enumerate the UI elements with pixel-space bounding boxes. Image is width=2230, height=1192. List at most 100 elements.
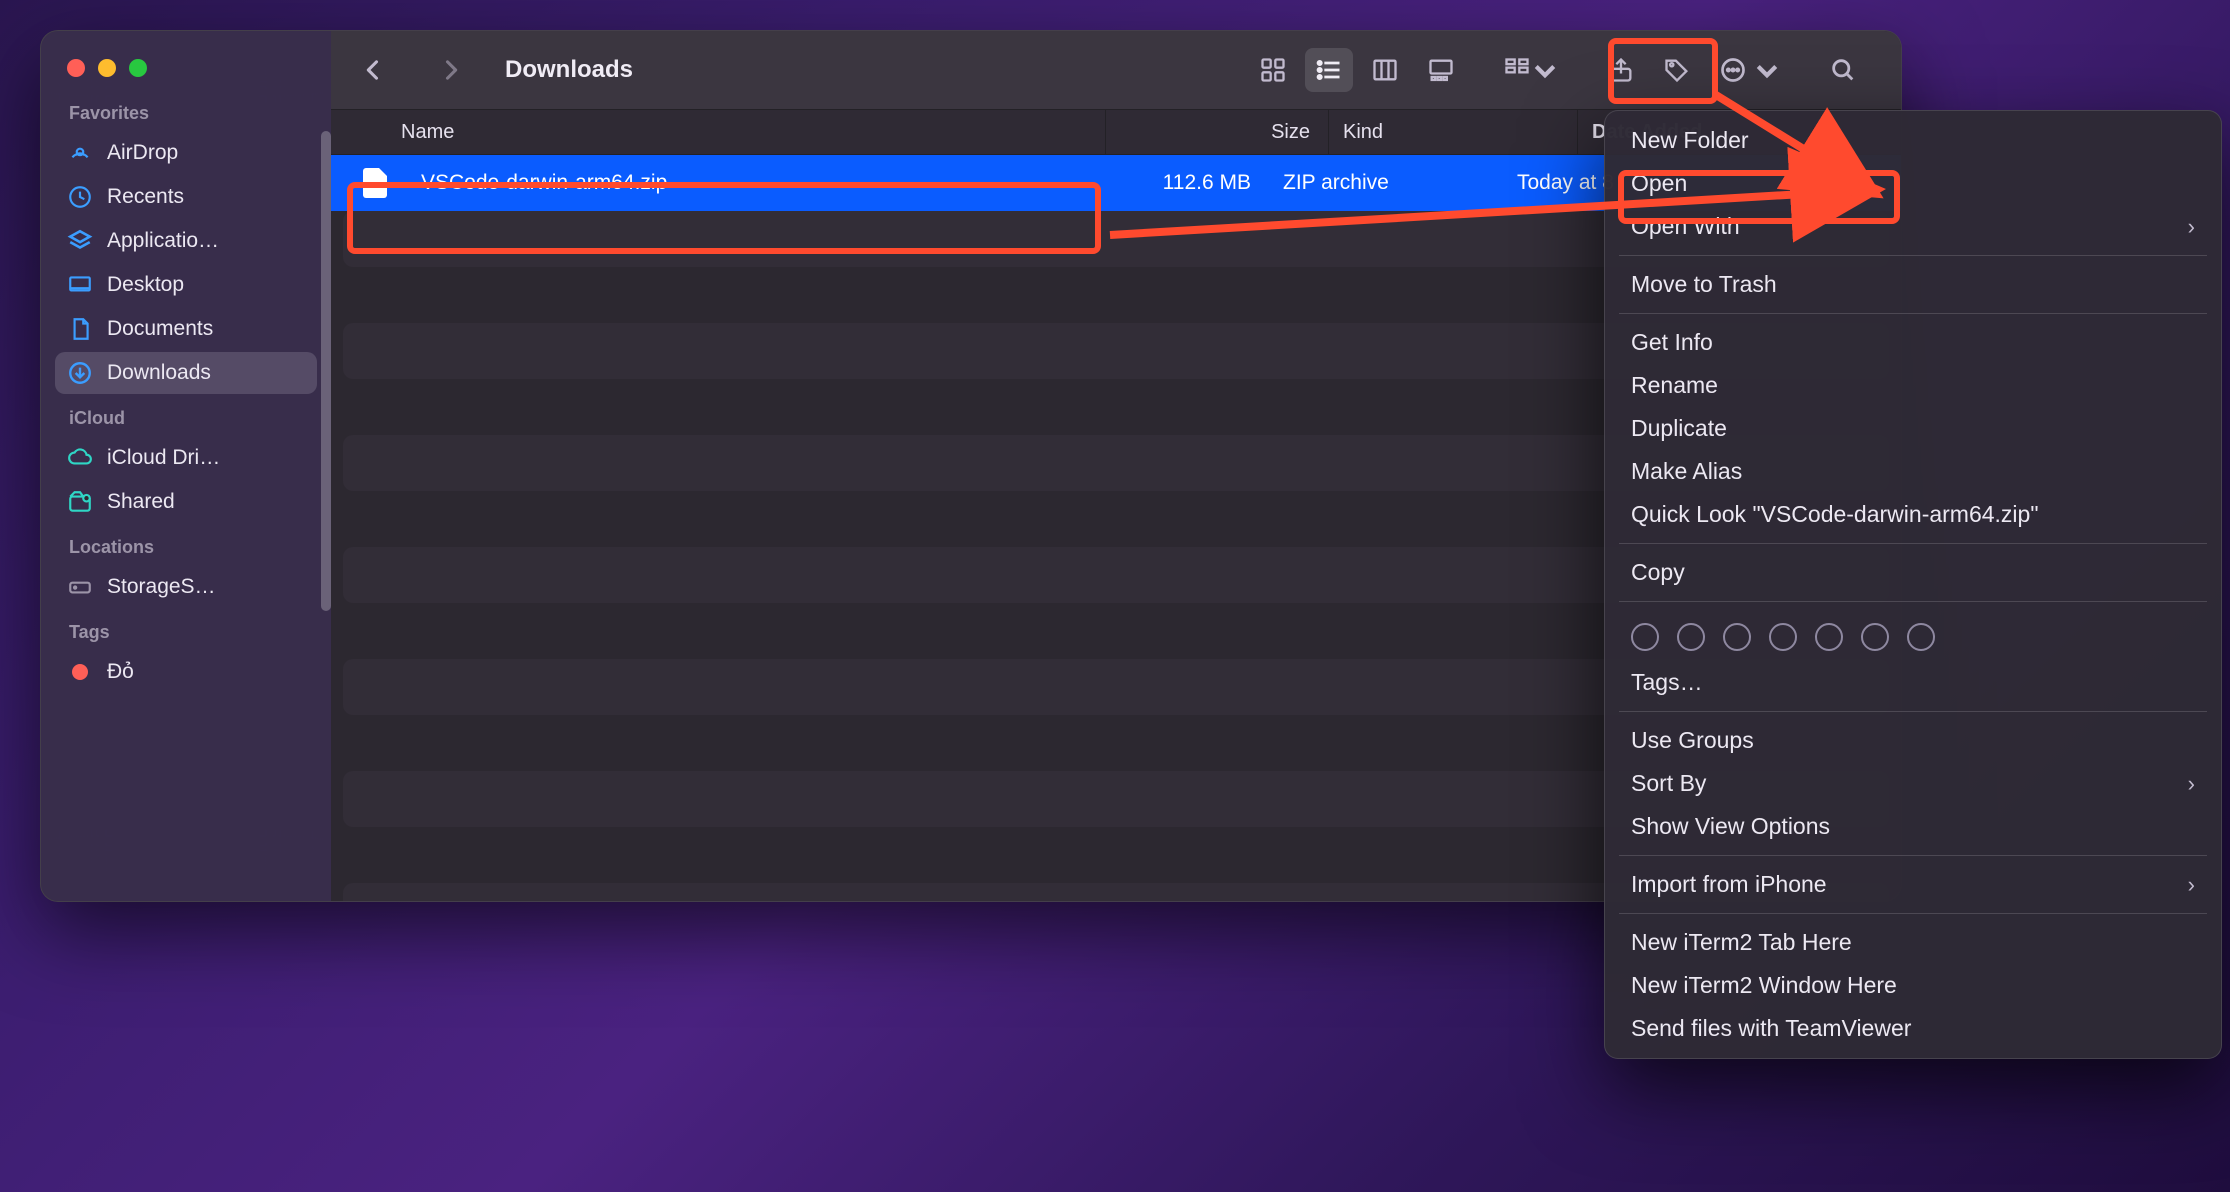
menu-divider: [1619, 601, 2207, 602]
sidebar-item-label: Downloads: [107, 361, 211, 385]
menu-item-label: Copy: [1631, 559, 1685, 586]
column-header-size[interactable]: Size: [1106, 110, 1329, 154]
menu-item-label: Tags…: [1631, 669, 1703, 696]
action-menu-button[interactable]: [1709, 48, 1791, 92]
menu-item-show-view-options[interactable]: Show View Options: [1605, 805, 2221, 848]
sidebar-item-label: StorageS…: [107, 575, 216, 599]
menu-divider: [1619, 313, 2207, 314]
menu-item-label: Use Groups: [1631, 727, 1754, 754]
menu-item-label: New iTerm2 Tab Here: [1631, 929, 1852, 956]
sidebar-section-label: iCloud: [41, 396, 331, 435]
gallery-view-button[interactable]: [1417, 48, 1465, 92]
sidebar-item-label: Đỏ: [107, 660, 134, 684]
chevron-right-icon: ›: [2188, 214, 2195, 240]
menu-divider: [1619, 855, 2207, 856]
menu-item-label: Open With: [1631, 213, 1740, 240]
tag-color-circle[interactable]: [1769, 623, 1797, 651]
sidebar-item-shared[interactable]: Shared: [55, 481, 317, 523]
close-window-button[interactable]: [67, 59, 85, 77]
menu-item-make-alias[interactable]: Make Alias: [1605, 450, 2221, 493]
minimize-window-button[interactable]: [98, 59, 116, 77]
sidebar-item-label: Shared: [107, 490, 175, 514]
menu-item-tags[interactable]: Tags…: [1605, 661, 2221, 704]
tag-color-circle[interactable]: [1631, 623, 1659, 651]
menu-item-open-with[interactable]: Open With ›: [1605, 205, 2221, 248]
menu-item-use-groups[interactable]: Use Groups: [1605, 719, 2221, 762]
sidebar-scrollbar[interactable]: [321, 131, 331, 611]
sidebar-item-label: Applicatio…: [107, 229, 219, 253]
sidebar-section-label: Tags: [41, 610, 331, 649]
list-view-button[interactable]: [1305, 48, 1353, 92]
view-switcher: [1249, 48, 1465, 92]
tag-color-circle[interactable]: [1907, 623, 1935, 651]
zoom-window-button[interactable]: [129, 59, 147, 77]
shared-icon: [67, 489, 93, 515]
tag-color-circle[interactable]: [1723, 623, 1751, 651]
menu-item-label: Rename: [1631, 372, 1718, 399]
menu-item-new-folder[interactable]: New Folder: [1605, 119, 2221, 162]
download-icon: [67, 360, 93, 386]
sidebar: Favorites AirDrop Recents Applicatio… Deskto…: [41, 31, 331, 901]
menu-divider: [1619, 543, 2207, 544]
back-button[interactable]: [349, 48, 397, 92]
apps-icon: [67, 228, 93, 254]
share-button[interactable]: [1597, 48, 1645, 92]
sidebar-item-desktop[interactable]: Desktop: [55, 264, 317, 306]
tag-color-circle[interactable]: [1815, 623, 1843, 651]
menu-item-get-info[interactable]: Get Info: [1605, 321, 2221, 364]
search-button[interactable]: [1819, 48, 1867, 92]
menu-item-quick-look-vscode-darwin-arm-zip[interactable]: Quick Look "VSCode-darwin-arm64.zip": [1605, 493, 2221, 536]
desktop-icon: [67, 272, 93, 298]
tag-color-picker[interactable]: [1605, 609, 2221, 661]
menu-item-label: Make Alias: [1631, 458, 1742, 485]
sidebar-item-airdrop[interactable]: AirDrop: [55, 132, 317, 174]
sidebar-item-recents[interactable]: Recents: [55, 176, 317, 218]
icon-view-button[interactable]: [1249, 48, 1297, 92]
menu-item-sort-by[interactable]: Sort By ›: [1605, 762, 2221, 805]
menu-item-duplicate[interactable]: Duplicate: [1605, 407, 2221, 450]
menu-item-label: New iTerm2 Window Here: [1631, 972, 1897, 999]
column-header-name[interactable]: Name: [331, 110, 1106, 154]
chevron-right-icon: ›: [2188, 872, 2195, 898]
sidebar-item--[interactable]: Đỏ: [55, 651, 317, 693]
menu-item-new-iterm-tab-here[interactable]: New iTerm2 Tab Here: [1605, 921, 2221, 964]
menu-item-copy[interactable]: Copy: [1605, 551, 2221, 594]
group-by-button[interactable]: [1493, 48, 1569, 92]
sidebar-item-downloads[interactable]: Downloads: [55, 352, 317, 394]
sidebar-item-documents[interactable]: Documents: [55, 308, 317, 350]
tag-color-circle[interactable]: [1861, 623, 1889, 651]
forward-button[interactable]: [427, 48, 475, 92]
menu-item-label: Quick Look "VSCode-darwin-arm64.zip": [1631, 501, 2039, 528]
sidebar-item-label: AirDrop: [107, 141, 178, 165]
sidebar-item-label: Documents: [107, 317, 213, 341]
menu-item-label: Sort By: [1631, 770, 1706, 797]
menu-item-send-files-with-teamviewer[interactable]: Send files with TeamViewer: [1605, 1007, 2221, 1050]
menu-item-move-to-trash[interactable]: Move to Trash: [1605, 263, 2221, 306]
menu-item-label: Open: [1631, 170, 1687, 197]
tag-color-circle[interactable]: [1677, 623, 1705, 651]
column-view-button[interactable]: [1361, 48, 1409, 92]
sidebar-item-label: iCloud Dri…: [107, 446, 220, 470]
file-kind: ZIP archive: [1269, 171, 1503, 195]
sidebar-section-label: Favorites: [41, 91, 331, 130]
sidebar-item-applicatio-[interactable]: Applicatio…: [55, 220, 317, 262]
menu-item-new-iterm-window-here[interactable]: New iTerm2 Window Here: [1605, 964, 2221, 1007]
menu-item-label: Send files with TeamViewer: [1631, 1015, 1911, 1042]
chevron-right-icon: ›: [2188, 771, 2195, 797]
column-header-kind[interactable]: Kind: [1329, 110, 1578, 154]
doc-icon: [67, 316, 93, 342]
menu-item-rename[interactable]: Rename: [1605, 364, 2221, 407]
sidebar-item-icloud-dri-[interactable]: iCloud Dri…: [55, 437, 317, 479]
disk-icon: [67, 574, 93, 600]
clock-icon: [67, 184, 93, 210]
tags-button[interactable]: [1653, 48, 1701, 92]
file-size: 112.6 MB: [1061, 171, 1269, 195]
traffic-lights: [41, 41, 331, 91]
window-title: Downloads: [505, 56, 633, 84]
toolbar: Downloads: [331, 31, 1901, 110]
menu-item-open[interactable]: Open: [1605, 162, 2221, 205]
menu-item-import-from-iphone[interactable]: Import from iPhone›: [1605, 863, 2221, 906]
menu-divider: [1619, 255, 2207, 256]
sidebar-item-storages-[interactable]: StorageS…: [55, 566, 317, 608]
tag-red-icon: [67, 659, 93, 685]
